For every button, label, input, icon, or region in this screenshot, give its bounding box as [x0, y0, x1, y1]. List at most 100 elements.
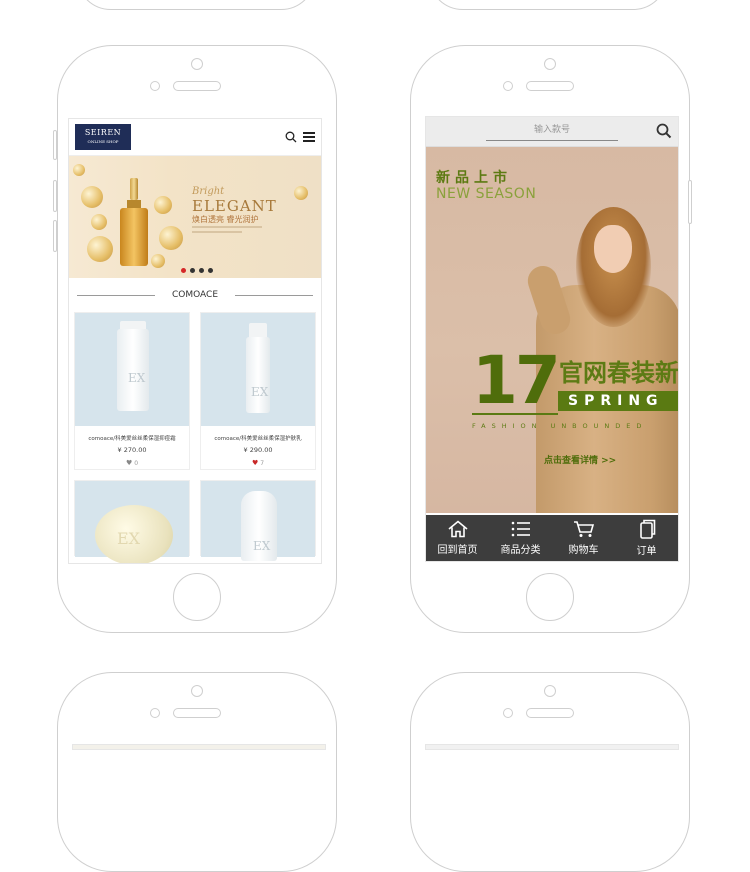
product-price: ¥ 290.00: [243, 446, 273, 454]
product-card[interactable]: EX comoace/科美爱丝丝柔保湿护肤乳 ¥ 290.00 ♥ 7: [200, 312, 316, 470]
tab-orders[interactable]: 订单: [615, 515, 678, 561]
product-grid: EX comoace/科美爱丝丝柔保湿抑痘霜 ¥ 270.00 ♥ 0 EX c…: [69, 312, 321, 563]
tab-label: 订单: [636, 546, 657, 557]
volume-button: [53, 180, 57, 212]
search-input[interactable]: 输入款号: [486, 122, 618, 141]
like-number: 0: [134, 460, 139, 467]
product-image[interactable]: EX: [201, 313, 315, 426]
product-card[interactable]: EX: [74, 480, 190, 563]
like-count[interactable]: ♥ 0: [75, 459, 189, 467]
tab-label: 商品分类: [500, 545, 541, 556]
search-icon[interactable]: [285, 131, 297, 143]
gold-bubble: [91, 214, 107, 230]
gold-bubble: [73, 164, 85, 176]
phone-frame-bottom-right: [410, 672, 690, 872]
product-logo-text: EX: [251, 385, 269, 399]
banner-script: Bright: [192, 186, 225, 197]
tab-label: 购物车: [568, 545, 599, 556]
carousel-dot[interactable]: [190, 268, 195, 273]
left-screen: SEIREN ONLINE SHOP Bright ELEGANT 焕白透亮 睿…: [68, 118, 322, 564]
front-camera: [191, 685, 203, 697]
promo-headline: 官网春装新: [559, 359, 678, 387]
shop-header: SEIREN ONLINE SHOP: [69, 119, 321, 156]
earpiece-speaker: [526, 81, 574, 91]
search-icon[interactable]: [656, 123, 672, 139]
tab-label: 回到首页: [437, 545, 478, 556]
gold-bubble: [159, 226, 183, 250]
product-price: ¥ 270.00: [117, 446, 147, 454]
promo-banner[interactable]: 新品上市 NEW SEASON 17 官网春装新 SPRING FASHION …: [426, 147, 678, 513]
product-card[interactable]: EX comoace/科美爱丝丝柔保湿抑痘霜 ¥ 270.00 ♥ 0: [74, 312, 190, 470]
carousel-dot[interactable]: [181, 268, 186, 273]
volume-button: [53, 220, 57, 252]
tab-cart[interactable]: 购物车: [552, 515, 615, 561]
phone-frame-top-left: [76, 0, 316, 10]
volume-button: [53, 130, 57, 160]
banner-fineprint: [192, 226, 262, 228]
heart-icon[interactable]: ♥: [252, 459, 258, 467]
hero-banner[interactable]: Bright ELEGANT 焕白透亮 睿光润护: [69, 156, 321, 278]
product-logo-text: EX: [253, 539, 271, 553]
phone-frame-bottom-left: [57, 672, 337, 872]
earpiece-speaker: [173, 81, 221, 91]
power-button: [688, 180, 692, 224]
product-image[interactable]: EX: [75, 481, 189, 563]
logo-sub: ONLINE SHOP: [87, 139, 119, 144]
promo-underline: [472, 413, 558, 415]
gold-bubble: [151, 254, 165, 268]
search-bar: 输入款号: [426, 117, 678, 147]
phone-frame-top-right: [428, 0, 668, 10]
serum-bottle-image: [119, 178, 149, 268]
section-title-text: COMOACE: [165, 290, 225, 300]
home-button[interactable]: [173, 573, 221, 621]
spring-label: SPRING: [558, 391, 678, 411]
proximity-sensor: [503, 708, 513, 718]
menu-icon[interactable]: [303, 132, 315, 142]
list-icon: [511, 521, 530, 537]
product-image[interactable]: EX: [201, 481, 315, 561]
view-details-link[interactable]: 点击查看详情 >>: [544, 453, 616, 466]
product-card[interactable]: EX: [200, 480, 316, 561]
bottom-tab-bar: 回到首页 商品分类 购物车 订单: [426, 515, 678, 561]
model-face-image: [594, 225, 632, 273]
order-icon: [639, 519, 655, 539]
new-season-en: NEW SEASON: [436, 186, 537, 202]
gold-bubble: [81, 186, 103, 208]
front-camera: [544, 58, 556, 70]
section-heading: COMOACE: [69, 278, 321, 312]
tab-categories[interactable]: 商品分类: [489, 515, 552, 561]
gold-bubble: [87, 236, 113, 262]
promo-year: 17: [472, 342, 561, 419]
earpiece-speaker: [526, 708, 574, 718]
proximity-sensor: [150, 81, 160, 91]
home-button[interactable]: [526, 573, 574, 621]
gold-bubble: [154, 196, 172, 214]
brand-logo[interactable]: SEIREN ONLINE SHOP: [75, 124, 131, 150]
home-icon: [447, 520, 468, 538]
carousel-dots[interactable]: [181, 268, 213, 273]
cart-icon: [573, 521, 594, 537]
front-camera: [544, 685, 556, 697]
carousel-dot[interactable]: [208, 268, 213, 273]
bottom-right-screen: [425, 744, 679, 750]
heart-icon[interactable]: ♥: [126, 459, 132, 467]
product-name[interactable]: comoace/科美爱丝丝柔保湿护肤乳: [201, 434, 315, 442]
tab-home[interactable]: 回到首页: [426, 515, 489, 561]
product-logo-text: EX: [117, 529, 141, 548]
gold-bubble: [294, 186, 308, 200]
like-number: 7: [260, 460, 265, 467]
banner-fineprint: [192, 231, 242, 233]
new-arrivals-cn: 新品上市: [436, 170, 512, 186]
right-screen: 输入款号 新品上市 NEW SEASON 17 官网春装新 SPRING FAS…: [425, 116, 679, 562]
proximity-sensor: [150, 708, 160, 718]
bottom-left-screen: [72, 744, 326, 750]
product-name[interactable]: comoace/科美爱丝丝柔保湿抑痘霜: [75, 434, 189, 442]
fashion-tagline: FASHION UNBOUNDED: [472, 422, 648, 430]
banner-tagline: 焕白透亮 睿光润护: [192, 215, 259, 224]
proximity-sensor: [503, 81, 513, 91]
product-image[interactable]: EX: [75, 313, 189, 426]
banner-title: ELEGANT: [192, 197, 277, 215]
like-count[interactable]: ♥ 7: [201, 459, 315, 467]
carousel-dot[interactable]: [199, 268, 204, 273]
product-logo-text: EX: [128, 371, 146, 385]
